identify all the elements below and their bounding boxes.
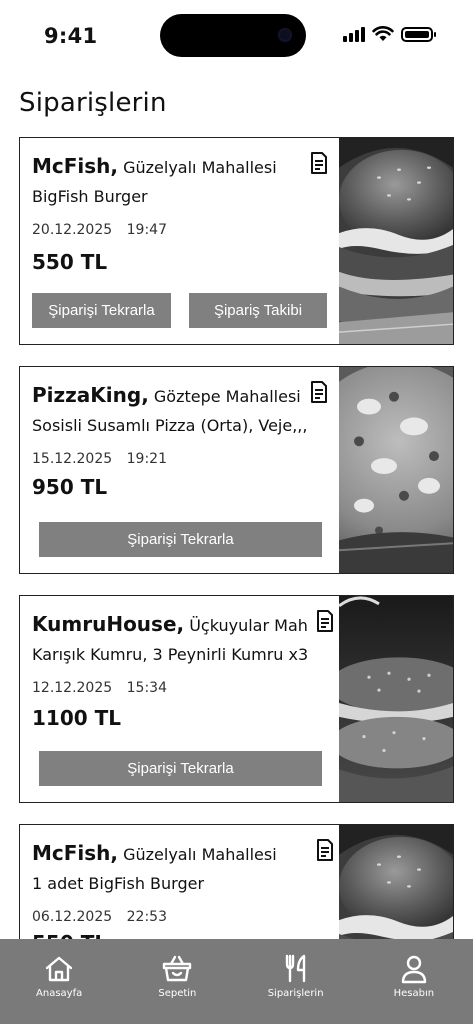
home-icon: [45, 956, 73, 982]
tab-account[interactable]: Hesabın: [355, 939, 473, 1024]
order-items: BigFish Burger: [32, 187, 148, 206]
order-datetime: 15.12.2025 19:21: [32, 451, 167, 467]
basket-icon: [163, 955, 192, 982]
cutlery-icon: [285, 954, 305, 983]
restaurant-name: PizzaKing,: [32, 383, 149, 407]
tab-home-label: Anasayfa: [36, 988, 83, 999]
person-icon: [401, 955, 427, 984]
order-card[interactable]: PizzaKing, Göztepe Mahallesi Sosisli Sus…: [19, 366, 454, 574]
order-price: 550 TL: [32, 250, 108, 274]
tab-home[interactable]: Anasayfa: [0, 939, 118, 1024]
restaurant-line: McFish, Güzelyalı Mahallesi: [32, 154, 277, 178]
restaurant-district: Güzelyalı Mahallesi: [123, 158, 277, 177]
restaurant-name: McFish,: [32, 154, 119, 178]
order-items: 1 adet BigFish Burger: [32, 874, 205, 893]
order-date: 20.12.2025: [32, 222, 113, 238]
order-time: 19:47: [126, 222, 167, 238]
order-datetime: 20.12.2025 19:47: [32, 222, 167, 238]
battery-icon: [401, 26, 436, 42]
wifi-icon: [372, 26, 394, 41]
reorder-button[interactable]: Şiparişi Tekrarla: [39, 522, 322, 557]
tab-basket[interactable]: Sepetin: [118, 939, 236, 1024]
reorder-button[interactable]: Şiparişi Tekrarla: [39, 751, 322, 786]
reorder-button[interactable]: Şiparişi Tekrarla: [32, 293, 171, 328]
order-datetime: 12.12.2025 15:34: [32, 680, 167, 696]
tab-basket-label: Sepetin: [158, 988, 197, 999]
restaurant-line: PizzaKing, Göztepe Mahallesi: [32, 383, 301, 407]
order-items: Karışık Kumru, 3 Peynirli Kumru x3: [32, 645, 309, 664]
cellular-signal-icon: [343, 26, 365, 42]
order-date: 15.12.2025: [32, 451, 113, 467]
restaurant-name: KumruHouse,: [32, 612, 185, 636]
restaurant-name: McFish,: [32, 841, 119, 865]
receipt-icon[interactable]: [310, 152, 328, 174]
restaurant-district: Göztepe Mahallesi: [153, 387, 301, 406]
status-icons: [343, 26, 436, 42]
order-datetime: 06.12.2025 22:53: [32, 909, 167, 925]
order-time: 15:34: [126, 680, 167, 696]
tab-orders-label: Siparişlerin: [267, 988, 324, 999]
order-card[interactable]: McFish, Güzelyalı Mahallesi BigFish Burg…: [19, 137, 454, 345]
burger-photo: [339, 138, 453, 344]
tab-orders[interactable]: Siparişlerin: [237, 939, 355, 1024]
order-price: 950 TL: [32, 475, 108, 499]
restaurant-line: KumruHouse, Üçkuyular Maha…: [32, 612, 307, 636]
order-time: 19:21: [126, 451, 167, 467]
receipt-icon[interactable]: [316, 610, 334, 632]
order-date: 12.12.2025: [32, 680, 113, 696]
restaurant-line: McFish, Güzelyalı Mahallesi: [32, 841, 277, 865]
order-date: 06.12.2025: [32, 909, 113, 925]
order-card[interactable]: KumruHouse, Üçkuyular Maha… Karışık Kumr…: [19, 595, 454, 803]
pizza-photo: [339, 367, 453, 573]
receipt-icon[interactable]: [310, 381, 328, 403]
page-title: Siparişlerin: [19, 88, 167, 118]
restaurant-district: Güzelyalı Mahallesi: [123, 845, 277, 864]
kumru-photo: [339, 596, 453, 802]
order-items: Sosisli Susamlı Pizza (Orta), Veje,,,: [32, 416, 308, 435]
dynamic-island: [160, 14, 306, 57]
restaurant-district: Üçkuyular Maha…: [189, 616, 307, 635]
order-time: 22:53: [126, 909, 167, 925]
receipt-icon[interactable]: [316, 839, 334, 861]
bottom-tab-bar: Anasayfa Sepetin Siparişlerin Hesabın: [0, 939, 473, 1024]
camera-dot: [278, 28, 292, 42]
status-bar: 9:41: [0, 0, 473, 76]
status-time: 9:41: [44, 24, 98, 48]
track-order-button[interactable]: Şipariş Takibi: [189, 293, 327, 328]
tab-account-label: Hesabın: [393, 988, 435, 999]
order-price: 1100 TL: [32, 706, 122, 730]
